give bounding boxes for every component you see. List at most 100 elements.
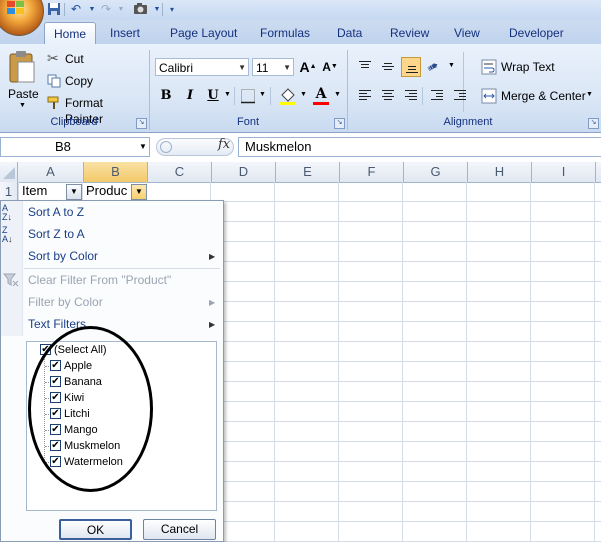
list-item[interactable]: ✔ Apple <box>50 358 92 374</box>
filter-dropdown-a-icon[interactable]: ▼ <box>66 184 82 200</box>
list-item[interactable]: ✔ Mango <box>50 422 98 438</box>
font-name-combo[interactable]: Calibri ▼ <box>155 58 249 76</box>
bottom-align-icon <box>406 66 418 75</box>
clear-filter[interactable]: Clear Filter From "Product" <box>28 270 171 290</box>
align-center-button[interactable] <box>378 86 398 106</box>
column-header-c[interactable]: C <box>148 162 212 182</box>
font-size-combo[interactable]: 11 ▼ <box>252 58 294 76</box>
column-header-e[interactable]: E <box>276 162 340 182</box>
align-center-icon <box>382 90 394 102</box>
column-header-g[interactable]: G <box>404 162 468 182</box>
shrink-font-button[interactable]: A▼ <box>320 57 340 77</box>
tab-developer[interactable]: Developer <box>509 24 564 42</box>
underline-button[interactable]: U <box>203 86 223 106</box>
ok-button[interactable]: OK <box>59 519 132 540</box>
checkbox-muskmelon[interactable]: ✔ <box>50 439 61 451</box>
borders-dropdown-icon[interactable]: ▼ <box>259 91 266 98</box>
sort-by-color[interactable]: Sort by Color <box>28 246 98 266</box>
increase-indent-icon <box>454 90 466 102</box>
fill-color-button[interactable] <box>278 86 298 106</box>
shrink-font-icon: A <box>322 60 331 74</box>
cell-a1[interactable]: Item <box>22 183 47 198</box>
bottom-align-button[interactable] <box>401 57 421 77</box>
checkbox-banana[interactable]: ✔ <box>50 375 61 387</box>
menu-divider <box>24 268 220 269</box>
expand-formula-icon[interactable] <box>160 141 172 153</box>
filter-by-color[interactable]: Filter by Color <box>28 292 103 312</box>
bold-button[interactable]: B <box>156 86 176 106</box>
tab-insert[interactable]: Insert <box>110 24 140 42</box>
tab-view[interactable]: View <box>454 24 480 42</box>
borders-icon <box>241 89 255 104</box>
column-header-d[interactable]: D <box>212 162 276 182</box>
tab-page-layout[interactable]: Page Layout <box>170 24 237 42</box>
checkbox-watermelon[interactable]: ✔ <box>50 455 61 467</box>
toolbar-separator <box>270 87 271 105</box>
grow-font-button[interactable]: A▲ <box>298 57 318 77</box>
align-left-button[interactable] <box>355 86 375 106</box>
insert-function-button[interactable]: fx <box>218 137 230 152</box>
align-right-button[interactable] <box>401 86 421 106</box>
save-icon[interactable] <box>46 2 62 17</box>
name-box[interactable]: B8 ▼ <box>0 137 150 157</box>
paste-button[interactable]: Paste ▼ <box>4 50 40 112</box>
column-header-b[interactable]: B <box>84 162 148 182</box>
list-item[interactable]: ✔ Litchi <box>50 406 90 422</box>
checkbox-kiwi[interactable]: ✔ <box>50 391 61 403</box>
list-item[interactable]: ✔ (Select All) <box>40 342 107 358</box>
alignment-dialog-launcher-icon[interactable]: ↘ <box>588 118 599 129</box>
paste-label: Paste <box>8 87 39 101</box>
merge-center-label: Merge & Center <box>501 89 586 103</box>
list-item-label: Kiwi <box>64 392 85 404</box>
borders-button[interactable] <box>240 88 256 104</box>
text-filters[interactable]: Text Filters <box>28 314 86 334</box>
chevron-down-icon[interactable]: ▼ <box>139 142 147 151</box>
alignment-group-label: Alignment <box>443 116 493 128</box>
row-header-1[interactable]: 1 <box>0 182 18 202</box>
cancel-button[interactable]: Cancel <box>143 519 216 540</box>
underline-dropdown-icon[interactable]: ▼ <box>224 91 231 98</box>
copy-label: Copy <box>65 74 94 88</box>
qat-more-icon[interactable]: ▾ <box>164 2 180 17</box>
sort-a-to-z[interactable]: Sort A to Z <box>28 202 84 222</box>
list-item[interactable]: ✔ Banana <box>50 374 102 390</box>
column-header-h[interactable]: H <box>468 162 532 182</box>
italic-button[interactable]: I <box>180 86 200 106</box>
checkbox-select-all[interactable]: ✔ <box>40 343 51 355</box>
undo-icon[interactable]: ↶ <box>68 2 84 17</box>
sort-z-to-a[interactable]: Sort Z to A <box>28 224 85 244</box>
select-all-corner[interactable] <box>0 162 18 182</box>
checkbox-litchi[interactable]: ✔ <box>50 407 61 419</box>
column-header-i[interactable]: I <box>532 162 596 182</box>
checkbox-apple[interactable]: ✔ <box>50 359 61 371</box>
top-align-button[interactable] <box>355 57 375 77</box>
shrink-arrow-icon: ▼ <box>330 63 338 70</box>
clipboard-dialog-launcher-icon[interactable]: ↘ <box>136 118 147 129</box>
font-dialog-launcher-icon[interactable]: ↘ <box>334 118 345 129</box>
filter-dropdown-b-icon[interactable]: ▼ <box>131 184 147 200</box>
tab-review[interactable]: Review <box>390 24 429 42</box>
middle-align-button[interactable] <box>378 57 398 77</box>
list-item[interactable]: ✔ Kiwi <box>50 390 84 406</box>
tab-data[interactable]: Data <box>337 24 362 42</box>
clear-filter-icon <box>2 273 19 287</box>
column-header-f[interactable]: F <box>340 162 404 182</box>
column-header-a[interactable]: A <box>18 162 84 182</box>
list-item[interactable]: ✔ Muskmelon <box>50 438 120 454</box>
redo-icon[interactable]: ↷ <box>98 2 114 17</box>
font-color-button[interactable]: A <box>311 86 331 106</box>
font-color-icon: A <box>315 86 327 102</box>
checkbox-mango[interactable]: ✔ <box>50 423 61 435</box>
fill-color-dropdown-icon[interactable]: ▼ <box>300 91 307 98</box>
decrease-indent-button[interactable] <box>427 86 447 106</box>
orientation-button[interactable]: ➠ ▼ <box>424 56 456 77</box>
tab-formulas[interactable]: Formulas <box>260 24 310 42</box>
list-item[interactable]: ✔ Watermelon <box>50 454 123 470</box>
increase-indent-button[interactable] <box>450 86 470 106</box>
redo-dropdown-icon[interactable]: ▼ <box>113 2 129 17</box>
font-color-dropdown-icon[interactable]: ▼ <box>334 91 341 98</box>
formula-input[interactable]: Muskmelon <box>238 137 601 157</box>
tab-home[interactable]: Home <box>44 22 96 45</box>
cell-b1[interactable]: Produc <box>86 183 127 198</box>
camera-icon[interactable] <box>132 2 148 17</box>
